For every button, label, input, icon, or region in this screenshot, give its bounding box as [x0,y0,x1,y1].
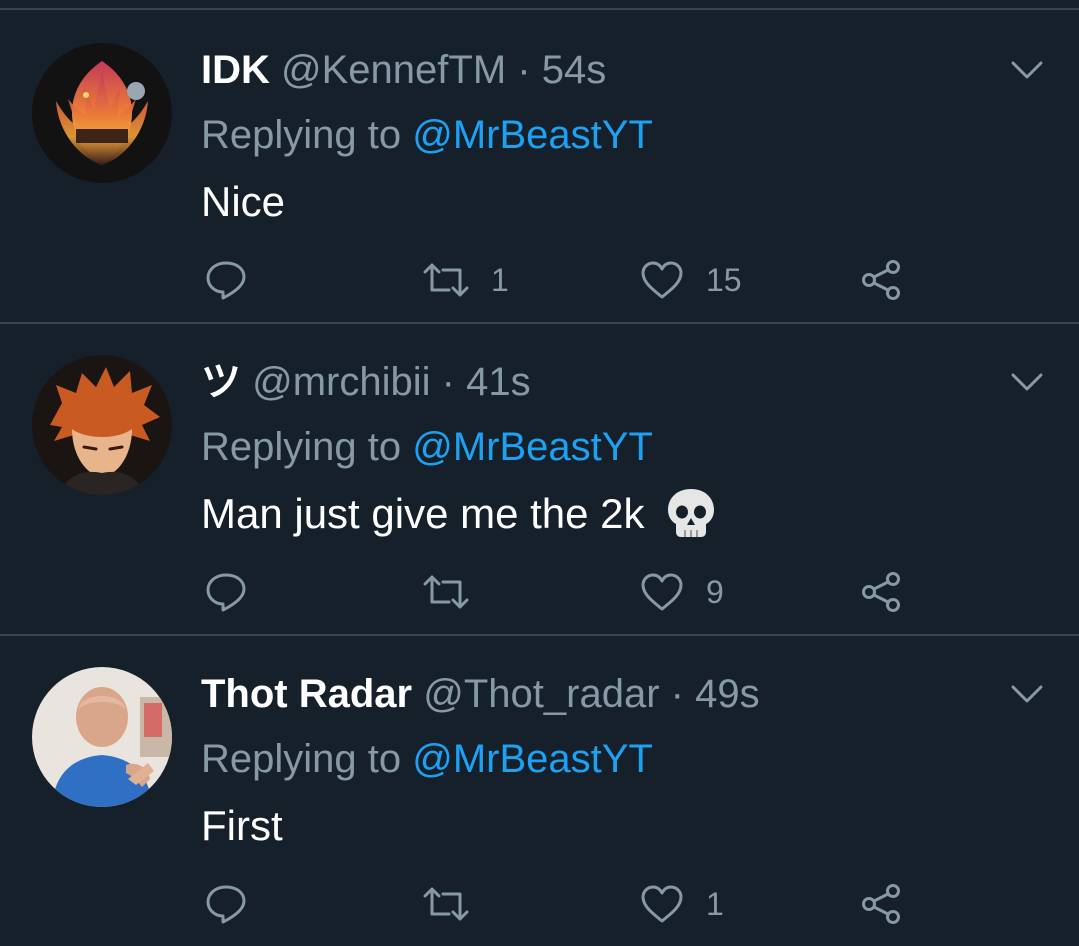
avatar[interactable] [32,355,172,495]
avatar[interactable] [32,667,172,807]
share-icon [862,260,900,300]
retweet-icon [423,887,469,921]
display-name[interactable]: Thot Radar [201,672,412,716]
reply-feed: IDK @KennefTM · 54s Replying to @MrBeast… [0,0,1079,940]
reply-button[interactable] [204,250,248,310]
replying-to: Replying to @MrBeastYT [201,729,653,789]
action-bar: 1 15 [0,250,1079,310]
like-button[interactable]: 1 [640,874,724,934]
display-name[interactable]: ツ [201,360,241,404]
tweet-header: ツ @mrchibii · 41s [201,352,531,412]
timestamp[interactable]: 41s [466,360,531,404]
like-button[interactable]: 9 [640,562,724,622]
reply-icon [206,885,246,924]
retweet-button[interactable] [423,562,491,622]
tweet-text: Man just give me the 2k [201,490,645,537]
reply-icon [206,573,246,612]
retweet-button[interactable] [423,874,491,934]
heart-icon [641,885,683,923]
reply-icon [206,261,246,300]
tweet[interactable]: ツ @mrchibii · 41s Replying to @MrBeastYT… [0,322,1079,634]
skull-emoji-icon [668,488,715,537]
replying-prefix: Replying to [201,737,402,781]
man-in-blue-shirt-avatar-icon [32,667,172,807]
handle[interactable]: @KennefTM [281,48,506,92]
chevron-down-icon[interactable] [1010,370,1044,394]
tweet-header: IDK @KennefTM · 54s [201,40,606,100]
tweet-text: Nice [201,178,286,225]
share-button[interactable] [860,874,902,934]
tweet-header: Thot Radar @Thot_radar · 49s [201,664,760,724]
tweet[interactable]: Thot Radar @Thot_radar · 49s Replying to… [0,634,1079,946]
retweet-icon [423,575,469,609]
mention-link[interactable]: @MrBeastYT [412,113,653,157]
heart-icon [641,261,683,299]
tweet-text: First [201,802,283,849]
heart-icon [641,573,683,611]
retweet-icon [423,263,469,297]
tweet-text-container: Man just give me the 2k [201,482,718,546]
tweet[interactable]: IDK @KennefTM · 54s Replying to @MrBeast… [0,10,1079,322]
mention-link[interactable]: @MrBeastYT [412,737,653,781]
rebel-alliance-avatar-icon [32,43,172,183]
separator: · [441,360,455,404]
like-count: 9 [706,573,724,610]
chevron-down-icon[interactable] [1010,682,1044,706]
handle[interactable]: @mrchibii [252,360,430,404]
tweet-divider [0,634,1079,636]
retweet-count: 1 [491,261,509,298]
timestamp[interactable]: 54s [542,48,607,92]
like-count: 15 [706,261,742,298]
mention-link[interactable]: @MrBeastYT [412,425,653,469]
replying-prefix: Replying to [201,425,402,469]
reply-button[interactable] [204,562,248,622]
retweet-button[interactable]: 1 [423,250,509,310]
timestamp[interactable]: 49s [695,672,760,716]
display-name[interactable]: IDK [201,48,270,92]
action-bar: 1 [0,874,1079,934]
replying-to: Replying to @MrBeastYT [201,417,653,477]
replying-prefix: Replying to [201,113,402,157]
replying-to: Replying to @MrBeastYT [201,105,653,165]
share-button[interactable] [860,250,902,310]
avatar[interactable] [32,43,172,183]
reply-button[interactable] [204,874,248,934]
like-button[interactable]: 15 [640,250,742,310]
separator: · [670,672,684,716]
handle[interactable]: @Thot_radar [423,672,659,716]
share-button[interactable] [860,562,902,622]
share-icon [862,572,900,612]
share-icon [862,884,900,924]
action-bar: 9 [0,562,1079,622]
separator: · [517,48,531,92]
chevron-down-icon[interactable] [1010,58,1044,82]
anime-character-avatar-icon [32,355,172,495]
tweet-divider [0,322,1079,324]
like-count: 1 [706,885,724,922]
